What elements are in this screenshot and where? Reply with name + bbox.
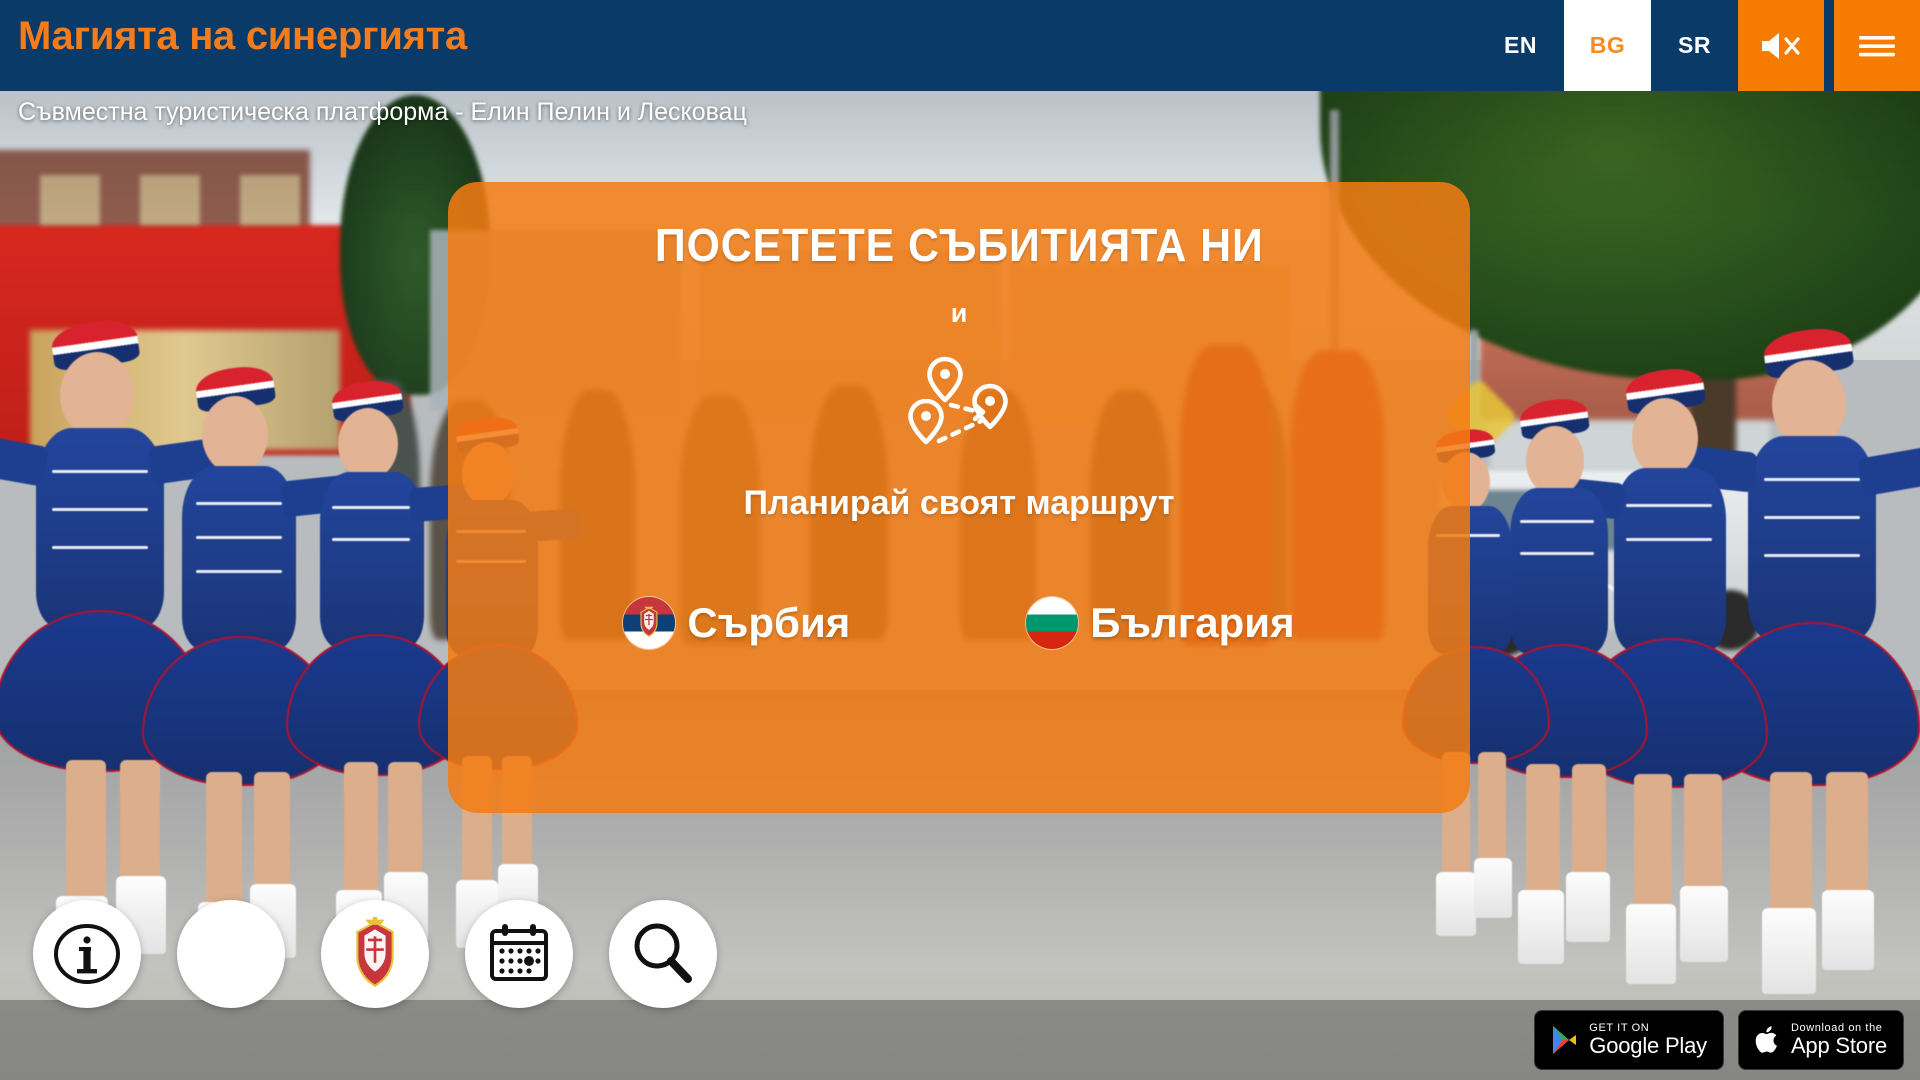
card-subtitle: Планирай своят маршрут xyxy=(743,484,1175,522)
search-magnifier-icon xyxy=(634,923,692,983)
google-play-big-text: Google Play xyxy=(1589,1033,1707,1059)
country-label-bulgaria: България xyxy=(1090,599,1295,646)
info-circle-icon xyxy=(54,924,120,984)
language-button-bg[interactable]: BG xyxy=(1564,0,1651,91)
country-option-serbia[interactable]: Сърбия xyxy=(623,597,850,649)
card-conjunction: и xyxy=(950,298,968,328)
top-navigation-bar: Магията на синергията EN BG SR xyxy=(0,0,1920,91)
map-route-pins-icon xyxy=(907,353,1011,454)
sound-mute-button[interactable] xyxy=(1738,0,1824,91)
language-button-en[interactable]: EN xyxy=(1477,0,1564,91)
nav-buttons-group: EN BG SR xyxy=(1477,0,1920,91)
events-route-card[interactable]: ПОСЕТЕТЕ СЪБИТИЯТА НИ и Планирай своят м… xyxy=(448,182,1470,813)
calendar-button[interactable] xyxy=(465,900,573,1008)
serbia-button[interactable] xyxy=(321,900,429,1008)
serbia-flag-icon xyxy=(623,597,676,649)
serbia-coat-of-arms xyxy=(640,607,658,638)
country-label-serbia: Сърбия xyxy=(687,599,851,646)
bulgaria-button[interactable] xyxy=(177,900,285,1008)
google-play-badge[interactable]: GET IT ON Google Play xyxy=(1534,1010,1724,1070)
app-store-big-text: App Store xyxy=(1790,1033,1887,1059)
speaker-mute-icon xyxy=(1762,32,1800,59)
site-title: Магията на синергията xyxy=(18,14,467,58)
country-option-bulgaria[interactable]: България xyxy=(1026,597,1295,649)
country-selector-group: Сърбия България xyxy=(623,597,1295,649)
language-button-sr[interactable]: SR xyxy=(1651,0,1738,91)
serbia-coat-of-arms-icon xyxy=(356,917,394,987)
hamburger-menu-icon xyxy=(1859,35,1895,56)
page-subtitle: Съвместна туристическа платформа - Елин … xyxy=(18,98,747,126)
card-title: ПОСЕТЕТЕ СЪБИТИЯТА НИ xyxy=(654,219,1264,271)
google-play-icon xyxy=(1553,1026,1577,1054)
app-store-badge[interactable]: Download on the App Store xyxy=(1737,1010,1904,1070)
search-button[interactable] xyxy=(609,900,717,1008)
bulgaria-flag-icon xyxy=(1026,597,1079,649)
apple-logo-icon xyxy=(1755,1026,1777,1053)
app-store-badges: GET IT ON Google Play Download on the Ap… xyxy=(1534,1010,1904,1070)
calendar-icon xyxy=(490,924,548,981)
quick-action-buttons xyxy=(33,900,717,1008)
info-button[interactable] xyxy=(33,900,141,1008)
menu-button[interactable] xyxy=(1834,0,1920,91)
